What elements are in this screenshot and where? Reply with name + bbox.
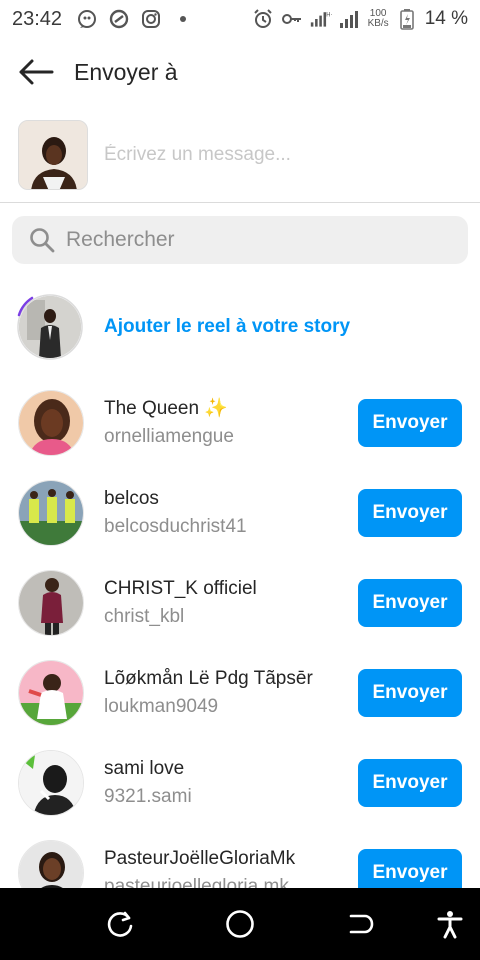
avatar [19,296,81,358]
avatar [18,570,84,636]
whatsapp-icon [76,8,98,30]
send-button[interactable]: Envoyer [358,399,462,447]
add-reel-to-story[interactable]: Ajouter le reel à votre story [0,292,480,362]
svg-text:H+: H+ [326,12,332,18]
search-bar[interactable] [12,216,468,264]
recents-icon [107,911,133,937]
recents-button[interactable] [102,906,138,942]
contact-name: PasteurJoëlleGloriaMk [104,848,296,869]
story-avatar [16,293,84,361]
avatar [18,390,84,456]
contact-username: belcosduchrist41 [104,516,247,537]
signal-h-plus-icon: H+ [310,8,332,30]
add-to-story-label: Ajouter le reel à votre story [104,316,351,337]
contact-username: pasteurjoellegloria.mk [104,876,289,888]
accessibility-icon [437,911,463,939]
message-composer [0,118,480,192]
contact-username: 9321.sami [104,786,192,807]
send-button[interactable]: Envoyer [358,759,462,807]
list-item: sami love 9321.sami Envoyer [0,738,480,828]
contact-list: The Queen ✨ ornelliamengue Envoyer belco… [0,378,480,888]
navigation-bar [0,888,480,960]
contact-name: belcos [104,488,159,509]
network-speed: 100 KB/s [368,9,389,29]
list-item: The Queen ✨ ornelliamengue Envoyer [0,378,480,468]
list-item: CHRIST_K officiel christ_kbl Envoyer [0,558,480,648]
avatar [18,750,84,816]
header: Envoyer à [0,44,480,100]
back-icon [349,914,374,934]
list-item: Lõøkmån Lë Pdg Tãpsēr loukman9049 Envoye… [0,648,480,738]
status-bar: 23:42 H+ 100 KB/s [0,0,480,38]
dot-icon [172,8,194,30]
signal-icon [339,8,361,30]
avatar [18,660,84,726]
contact-username: ornelliamengue [104,426,234,447]
send-button[interactable]: Envoyer [358,849,462,888]
contact-name: The Queen ✨ [104,398,229,419]
page-title: Envoyer à [74,58,178,85]
send-button[interactable]: Envoyer [358,489,462,537]
arrow-left-icon [19,59,54,85]
avatar [18,840,84,888]
home-icon [226,910,254,938]
contact-name: CHRIST_K officiel [104,578,257,599]
list-item: belcos belcosduchrist41 Envoyer [0,468,480,558]
alarm-icon [252,8,274,30]
message-input[interactable] [104,144,444,166]
reel-thumbnail [18,120,88,190]
send-button[interactable]: Envoyer [358,579,462,627]
home-button[interactable] [222,906,258,942]
search-input[interactable] [66,228,446,252]
search-icon [28,226,56,254]
divider [0,202,480,203]
contact-name: Lõøkmån Lë Pdg Tãpsēr [104,668,313,689]
contact-name: sami love [104,758,185,779]
instagram-icon [140,8,162,30]
list-item: PasteurJoëlleGloriaMk pasteurjoelleglori… [0,828,480,888]
battery-percent: 14 % [424,8,468,29]
avatar [18,480,84,546]
back-button[interactable] [16,52,56,92]
speed-unit: KB/s [367,18,389,29]
key-icon [281,8,303,30]
status-time: 23:42 [12,7,63,30]
send-button[interactable]: Envoyer [358,669,462,717]
circle-slash-icon [108,8,130,30]
contact-username: christ_kbl [104,606,185,627]
accessibility-button[interactable] [432,906,468,942]
system-back-button[interactable] [342,906,378,942]
battery-icon [396,8,418,30]
contact-username: loukman9049 [104,696,219,717]
